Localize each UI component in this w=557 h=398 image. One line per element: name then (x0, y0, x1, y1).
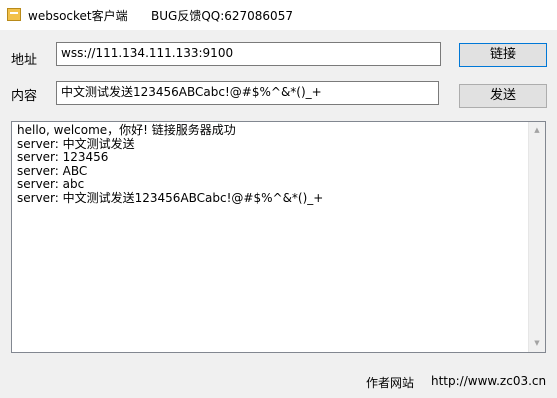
author-website-label: 作者网站 (366, 376, 415, 390)
log-line: hello, welcome，你好! 链接服务器成功 (17, 123, 236, 137)
log-line: server: 123456 (17, 150, 109, 165)
log-line: server: ABC (17, 163, 88, 178)
window-title: websocket客户端 (28, 9, 128, 23)
author-website-link[interactable]: http://www.zc03.cn (431, 374, 546, 388)
log-line: server: 中文测试发送123456ABCabc!@#$%^&*()_+ (17, 190, 324, 205)
address-label: 地址 (11, 53, 38, 68)
log-line: server: abc (17, 177, 85, 192)
content-input[interactable]: 中文测试发送123456ABCabc!@#$%^&*()_+ (56, 81, 439, 105)
title-bar: websocket客户端 BUG反馈QQ:627086057 (0, 0, 557, 30)
bug-feedback-text: BUG反馈QQ:627086057 (151, 9, 293, 23)
address-input[interactable]: wss://111.134.111.133:9100 (56, 42, 441, 66)
scroll-up-icon[interactable]: ▲ (529, 122, 545, 139)
message-log-lines: hello, welcome，你好! 链接服务器成功 server: 中文测试发… (17, 123, 525, 206)
vertical-scrollbar[interactable]: ▲ ▼ (528, 122, 545, 352)
content-label: 内容 (11, 89, 38, 104)
app-icon (7, 8, 21, 21)
message-log[interactable]: hello, welcome，你好! 链接服务器成功 server: 中文测试发… (11, 121, 546, 353)
send-button[interactable]: 发送 (459, 84, 547, 108)
connect-button[interactable]: 链接 (459, 43, 547, 67)
scroll-down-icon[interactable]: ▼ (529, 335, 545, 352)
log-line: server: 中文测试发送 (17, 136, 135, 151)
